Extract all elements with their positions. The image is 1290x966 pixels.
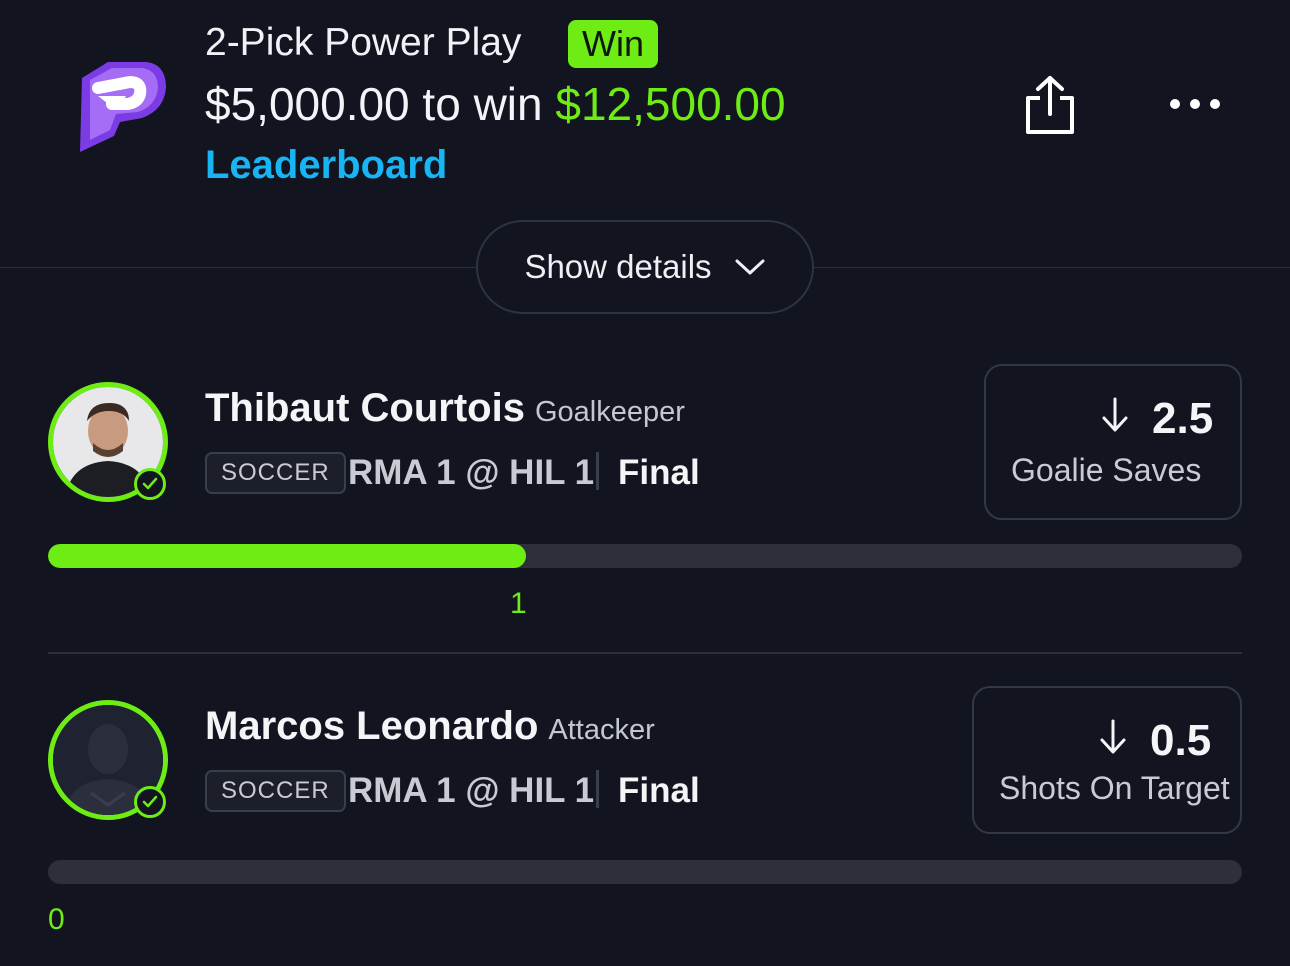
separator bbox=[596, 770, 599, 808]
progress-bar bbox=[48, 544, 1242, 568]
check-icon bbox=[134, 468, 166, 500]
more-horizontal-icon[interactable] bbox=[1164, 92, 1226, 116]
sport-tag: SOCCER bbox=[205, 452, 346, 494]
share-icon[interactable] bbox=[1022, 74, 1078, 136]
player-name-line: Thibaut Courtois Goalkeeper bbox=[205, 384, 685, 436]
show-details-label: Show details bbox=[524, 248, 712, 285]
pick-divider bbox=[48, 652, 1242, 654]
player-position: Goalkeeper bbox=[534, 396, 685, 428]
projection-line: 0.5 bbox=[1150, 716, 1212, 765]
stat-type: Shots On Target bbox=[999, 770, 1230, 806]
game-status: Final bbox=[618, 771, 700, 810]
arrow-down-icon bbox=[1100, 719, 1126, 754]
progress-fill bbox=[48, 544, 526, 568]
leaderboard-link[interactable]: Leaderboard bbox=[205, 140, 447, 190]
sport-tag: SOCCER bbox=[205, 770, 346, 812]
player-position: Attacker bbox=[548, 714, 655, 746]
check-icon bbox=[134, 786, 166, 818]
projection-line: 2.5 bbox=[1152, 394, 1214, 443]
result-badge: Win bbox=[568, 20, 658, 68]
payout-amount: $12,500.00 bbox=[555, 78, 786, 130]
stat-type: Goalie Saves bbox=[1011, 452, 1202, 488]
chevron-down-icon bbox=[735, 259, 765, 275]
separator bbox=[596, 452, 599, 490]
entry-detail-screen: 2-Pick Power Play Win $5,000.00 to win $… bbox=[0, 0, 1290, 966]
stake-text: $5,000.00 to win bbox=[205, 78, 556, 130]
progress-bar bbox=[48, 860, 1242, 884]
player-name: Thibaut Courtois bbox=[205, 386, 525, 430]
actual-stat-value: 0 bbox=[48, 903, 65, 936]
arrow-down-icon bbox=[1102, 397, 1128, 432]
prizepicks-logo-icon bbox=[80, 62, 166, 152]
game-status: Final bbox=[618, 453, 700, 492]
stake-summary: $5,000.00 to win $12,500.00 bbox=[205, 76, 786, 132]
show-details-button[interactable]: Show details bbox=[476, 220, 814, 314]
actual-stat-value: 1 bbox=[510, 587, 527, 620]
player-name-line: Marcos Leonardo Attacker bbox=[205, 702, 655, 754]
game-matchup: RMA 1 @ HIL 1 bbox=[348, 453, 595, 492]
projection-box: 2.5 Goalie Saves bbox=[984, 364, 1242, 520]
projection-box: 0.5 Shots On Target bbox=[972, 686, 1242, 834]
game-matchup: RMA 1 @ HIL 1 bbox=[348, 771, 595, 810]
player-name: Marcos Leonardo bbox=[205, 704, 539, 748]
entry-title: 2-Pick Power Play bbox=[205, 21, 522, 64]
